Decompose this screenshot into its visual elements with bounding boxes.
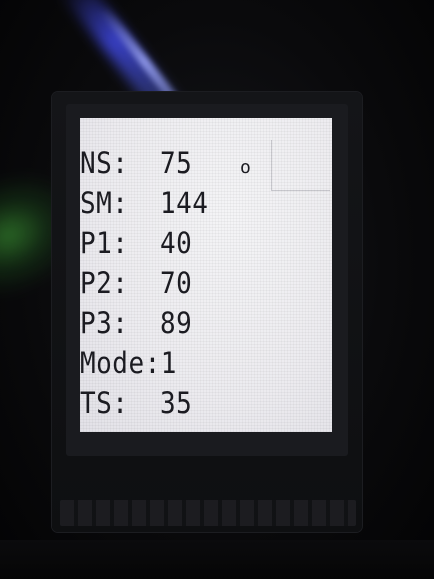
p1-row: P1: 40	[80, 226, 192, 262]
p2-value: 70	[160, 267, 193, 301]
screen-corner-artifact	[271, 140, 330, 191]
photo-scene: NS: 75 o SM: 144 P1: 40 P2: 70 P3: 89 Mo…	[0, 0, 434, 579]
foreground-dark-area	[0, 540, 434, 579]
sm-row: SM: 144	[80, 186, 208, 222]
mode-text: Mode:1	[80, 347, 177, 381]
p3-row: P3: 89	[80, 306, 192, 342]
ns-label: NS:	[80, 147, 129, 181]
p2-label: P2:	[80, 267, 129, 301]
p1-label: P1:	[80, 227, 129, 261]
p1-value: 40	[160, 227, 193, 261]
header-pins	[60, 500, 356, 526]
lcd-screen: NS: 75 o SM: 144 P1: 40 P2: 70 P3: 89 Mo…	[80, 118, 332, 432]
sm-value: 144	[160, 187, 209, 221]
ns-unit: o	[240, 157, 252, 178]
ns-row: NS: 75 o	[80, 146, 251, 182]
ns-value: 75	[160, 147, 193, 181]
ts-label: TS:	[80, 387, 129, 421]
ts-row: TS: 35	[80, 386, 192, 422]
p2-row: P2: 70	[80, 266, 192, 302]
mode-row: Mode:1	[80, 346, 177, 382]
sm-label: SM:	[80, 187, 129, 221]
p3-label: P3:	[80, 307, 129, 341]
p3-value: 89	[160, 307, 193, 341]
ts-value: 35	[160, 387, 193, 421]
